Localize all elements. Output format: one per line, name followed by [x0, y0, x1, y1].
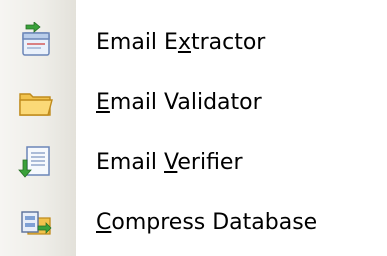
menu-item-email-extractor[interactable]: Email Extractor [0, 12, 387, 72]
compress-database-icon [14, 202, 58, 242]
menu-item-email-validator[interactable]: Email Validator [0, 72, 387, 132]
menu-item-label: Email Extractor [96, 29, 266, 55]
document-verify-icon [14, 142, 58, 182]
menu-item-email-verifier[interactable]: Email Verifier [0, 132, 387, 192]
context-menu: Email Extractor Email Validator Email Ve… [0, 0, 387, 256]
email-extractor-icon [14, 21, 58, 62]
folder-icon [14, 82, 58, 122]
menu-item-label: Email Validator [96, 89, 262, 115]
menu-item-label: Compress Database [96, 209, 318, 235]
menu-item-label: Email Verifier [96, 149, 243, 175]
menu-item-compress-database[interactable]: Compress Database [0, 192, 387, 252]
